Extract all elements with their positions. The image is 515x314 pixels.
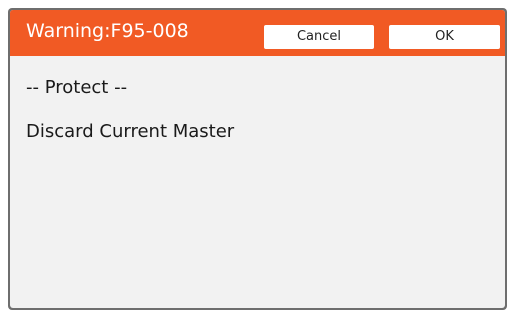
ok-button[interactable]: OK (389, 25, 500, 49)
warning-dialog: Warning:F95-008 Cancel OK -- Protect -- … (10, 10, 505, 308)
dialog-title: Warning:F95-008 (26, 20, 189, 42)
dialog-message: -- Protect -- Discard Current Master (26, 76, 234, 144)
dialog-title-bar: Warning:F95-008 Cancel OK (10, 10, 505, 56)
message-line-discard: Discard Current Master (26, 121, 235, 142)
message-line-protect: -- Protect -- (26, 77, 128, 98)
cancel-button[interactable]: Cancel (264, 25, 374, 49)
